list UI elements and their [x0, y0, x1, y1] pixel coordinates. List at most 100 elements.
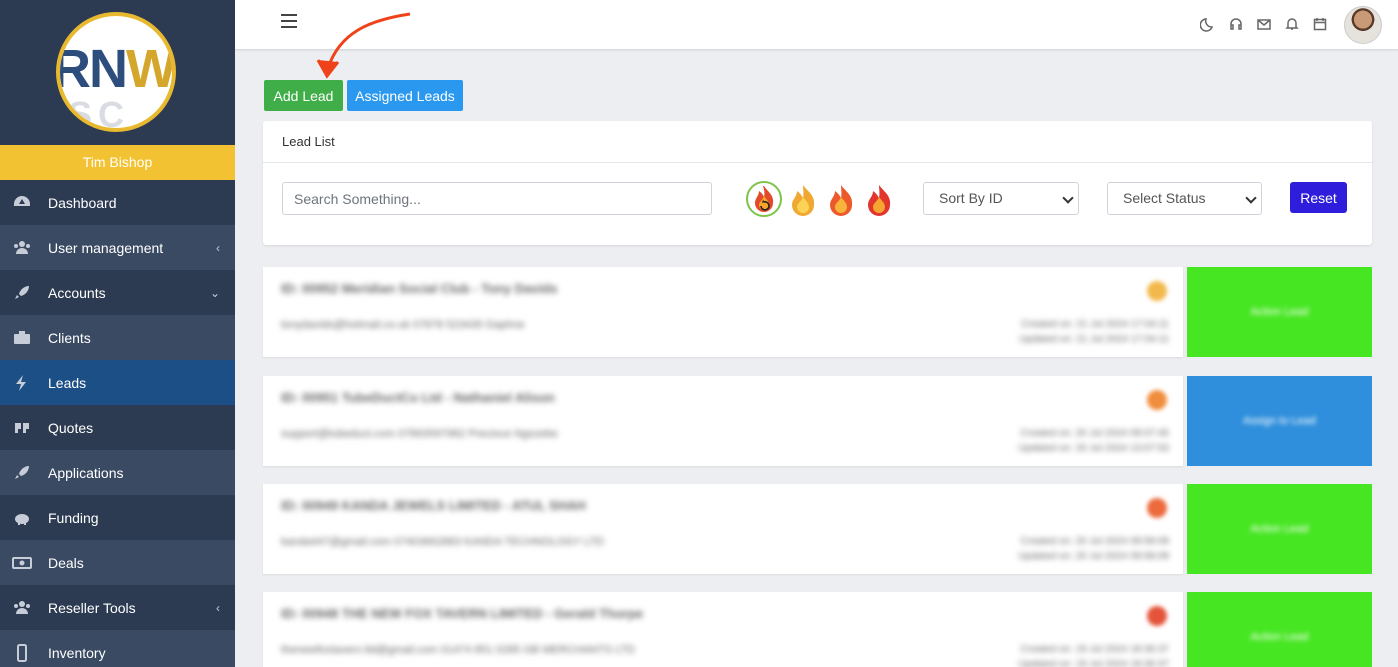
company-logo[interactable]: RNW SC [56, 12, 176, 132]
bell-icon[interactable] [1284, 16, 1300, 32]
lead-status-flame-icon [1147, 606, 1167, 626]
assigned-leads-button[interactable]: Assigned Leads [347, 80, 463, 111]
flame-warm-icon[interactable] [786, 181, 820, 219]
user-avatar[interactable] [1344, 6, 1382, 44]
lead-action-button[interactable]: Action Lead [1187, 592, 1372, 667]
lead-dates: Created on: 19 Jul 2024 18:36:37 Updated … [1018, 642, 1169, 667]
sidebar-item-label: Accounts [48, 284, 106, 301]
lead-status-flame-icon [1147, 498, 1167, 518]
headset-icon[interactable] [1228, 16, 1244, 32]
status-select[interactable]: Select Status [1107, 182, 1262, 215]
sidebar-username[interactable]: Tim Bishop [0, 145, 235, 180]
sidebar-item-inventory[interactable]: Inventory [0, 630, 235, 667]
flame-reset-icon[interactable] [746, 181, 782, 217]
chevron-down-icon: ⌄ [209, 285, 220, 300]
sidebar-item-label: Applications [48, 464, 124, 481]
lead-action-button[interactable]: Action Lead [1187, 484, 1372, 574]
search-input[interactable] [282, 182, 712, 215]
add-lead-button[interactable]: Add Lead [264, 80, 343, 111]
lead-meta: thenewfoxtavern.ltd@gmail.com 01474 851 … [281, 644, 635, 656]
chevron-left-icon: ‹ [216, 600, 220, 615]
sidebar-item-label: Quotes [48, 419, 94, 436]
lead-action-button[interactable]: Assign to Lead [1187, 376, 1372, 466]
rocket-icon [12, 283, 48, 303]
lead-dates: Created on: 20 Jul 2024 09:58:09 Updated … [1018, 534, 1169, 564]
lead-created-date: Created on: 19 Jul 2024 18:36:37 [1020, 644, 1169, 655]
lead-dates: Created on: 20 Jul 2024 09:07:45 Updated … [1018, 426, 1169, 456]
users-icon [12, 238, 48, 258]
sidebar-item-label: Deals [48, 554, 84, 571]
moon-icon[interactable] [1200, 16, 1216, 32]
lead-card[interactable]: ID: 00951 TubeDuctCo Ltd - Nathaniel Ali… [263, 376, 1372, 466]
hamburger-menu-icon[interactable] [281, 14, 297, 28]
lead-meta: support@tubeduct.com 07893597982 Preciou… [281, 428, 558, 440]
lead-list-card: Lead List Sort By ID Select Status Reset [263, 121, 1372, 245]
lead-action-label: Action Lead [1250, 631, 1309, 643]
flame-filters [746, 181, 896, 219]
lead-card[interactable]: ID: 00949 KANDA JEWELS LIMITED - ATUL SH… [263, 484, 1372, 574]
lead-dates: Created on: 21 Jul 2024 17:04:11 Updated … [1019, 317, 1169, 347]
lead-action-label: Action Lead [1250, 306, 1309, 318]
sidebar-item-reseller-tools[interactable]: Reseller Tools ‹ [0, 585, 235, 630]
mobile-icon [12, 643, 48, 663]
users-icon [12, 598, 48, 618]
sidebar-item-label: Reseller Tools [48, 599, 136, 616]
lead-card-body: ID: 00951 TubeDuctCo Ltd - Nathaniel Ali… [263, 376, 1183, 466]
sidebar-item-quotes[interactable]: Quotes [0, 405, 235, 450]
topbar-icons [1200, 16, 1328, 32]
lead-title[interactable]: ID: 00951 TubeDuctCo Ltd - Nathaniel Ali… [281, 390, 555, 405]
flame-very-hot-icon[interactable] [862, 181, 896, 219]
lead-title[interactable]: ID: 00949 KANDA JEWELS LIMITED - ATUL SH… [281, 498, 586, 513]
briefcase-icon [12, 328, 48, 348]
sidebar-item-deals[interactable]: Deals [0, 540, 235, 585]
sidebar-item-user-management[interactable]: User management ‹ [0, 225, 235, 270]
lead-meta: tonydavids@hotmail.co.uk 07878 523435 Da… [281, 319, 525, 331]
logo-sub-letters: SC [68, 94, 131, 132]
mail-icon[interactable] [1256, 16, 1272, 32]
lead-action-label: Action Lead [1250, 523, 1309, 535]
calendar-icon[interactable] [1312, 16, 1328, 32]
reset-button[interactable]: Reset [1290, 182, 1347, 213]
lead-title[interactable]: ID: 00948 THE NEW FOX TAVERN LIMITED - G… [281, 606, 643, 621]
sort-select[interactable]: Sort By ID [923, 182, 1079, 215]
lead-meta: kanda447@gmail.com 07403662883 KANDA TEC… [281, 536, 605, 548]
sidebar-item-label: User management [48, 239, 164, 256]
sidebar-item-label: Funding [48, 509, 99, 526]
money-icon [12, 553, 48, 573]
lead-action-button[interactable]: Action Lead [1187, 267, 1372, 357]
sidebar-item-label: Inventory [48, 644, 106, 661]
chevron-left-icon: ‹ [216, 240, 220, 255]
lead-card-body: ID: 00948 THE NEW FOX TAVERN LIMITED - G… [263, 592, 1183, 667]
lead-created-date: Created on: 20 Jul 2024 09:07:45 [1020, 428, 1169, 439]
lead-updated-date: Updated on: 20 Jul 2024 13:07:53 [1018, 443, 1169, 454]
logo-area: RNW SC [0, 0, 235, 145]
bolt-icon [12, 373, 48, 393]
lead-card[interactable]: ID: 00952 Meridian Social Club - Tony Da… [263, 267, 1372, 357]
quote-icon [12, 418, 48, 438]
sidebar-item-accounts[interactable]: Accounts ⌄ [0, 270, 235, 315]
lead-updated-date: Updated on: 21 Jul 2024 17:04:11 [1019, 334, 1169, 345]
sidebar-item-label: Clients [48, 329, 91, 346]
sidebar: RNW SC Tim Bishop Dashboard User manageme… [0, 0, 235, 667]
lead-action-label: Assign to Lead [1243, 415, 1316, 427]
sidebar-nav: Dashboard User management ‹ Accounts ⌄ Client… [0, 180, 235, 667]
sidebar-item-label: Dashboard [48, 194, 117, 211]
lead-updated-date: Updated on: 19 Jul 2024 18:36:37 [1018, 659, 1169, 667]
sidebar-item-applications[interactable]: Applications [0, 450, 235, 495]
sidebar-item-label: Leads [48, 374, 87, 391]
lead-created-date: Created on: 20 Jul 2024 09:58:09 [1020, 536, 1169, 547]
piggy-bank-icon [12, 508, 48, 528]
lead-title[interactable]: ID: 00952 Meridian Social Club - Tony Da… [281, 281, 557, 296]
annotation-arrow [316, 12, 411, 79]
lead-created-date: Created on: 21 Jul 2024 17:04:11 [1021, 319, 1169, 330]
lead-card-body: ID: 00949 KANDA JEWELS LIMITED - ATUL SH… [263, 484, 1183, 574]
lead-card[interactable]: ID: 00948 THE NEW FOX TAVERN LIMITED - G… [263, 592, 1372, 667]
sidebar-item-dashboard[interactable]: Dashboard [0, 180, 235, 225]
sidebar-item-clients[interactable]: Clients [0, 315, 235, 360]
flame-hot-icon[interactable] [824, 181, 858, 219]
sidebar-item-leads[interactable]: Leads [0, 360, 235, 405]
sidebar-item-funding[interactable]: Funding [0, 495, 235, 540]
lead-list-title: Lead List [263, 121, 1372, 163]
dashboard-icon [12, 193, 48, 213]
lead-card-body: ID: 00952 Meridian Social Club - Tony Da… [263, 267, 1183, 357]
